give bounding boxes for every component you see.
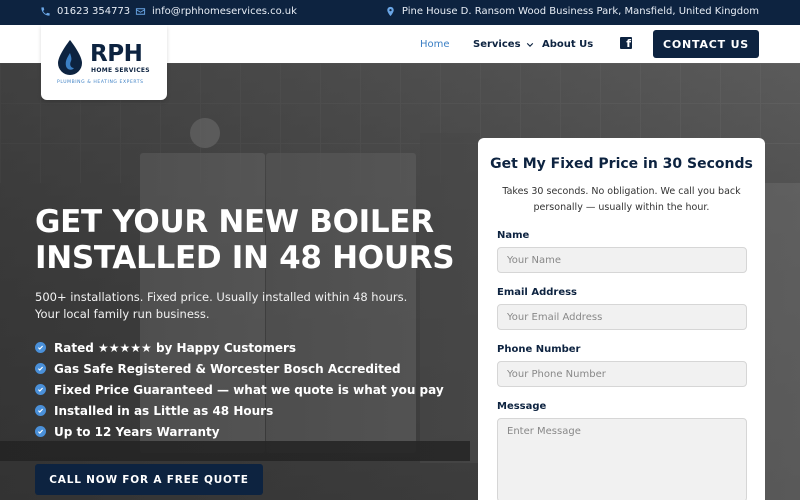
email-input[interactable] (497, 304, 747, 330)
logo-brand: RPH (90, 41, 143, 67)
contact-us-button[interactable]: CONTACT US (653, 30, 759, 58)
nav-home[interactable]: Home (420, 39, 450, 50)
message-input[interactable] (497, 418, 747, 500)
benefit-item: Fixed Price Guaranteed — what we quote i… (35, 379, 444, 400)
form-title: Get My Fixed Price in 30 Seconds (490, 156, 753, 172)
benefit-text: Fixed Price Guaranteed — what we quote i… (54, 382, 444, 397)
address-text: Pine House D. Ransom Wood Business Park,… (401, 6, 759, 17)
benefit-text: Installed in as Little as 48 Hours (54, 403, 274, 418)
phone-label: Phone Number (497, 344, 581, 355)
name-input[interactable] (497, 247, 747, 273)
nav-services-label: Services (473, 39, 521, 50)
logo-tagline: HOME SERVICES (91, 67, 150, 74)
check-circle-icon (35, 426, 46, 437)
benefit-text: Up to 12 Years Warranty (54, 424, 220, 439)
benefit-item: Rated ★★★★★ by Happy Customers (35, 337, 444, 358)
location-pin-icon (387, 6, 394, 17)
nav-services[interactable]: Services (473, 39, 534, 50)
address-contact: Pine House D. Ransom Wood Business Park,… (385, 6, 759, 17)
chevron-down-icon (526, 42, 533, 47)
headline-line-1: GET YOUR NEW BOILER (35, 204, 434, 240)
benefit-text: Gas Safe Registered & Worcester Bosch Ac… (54, 361, 401, 376)
call-now-button[interactable]: CALL NOW FOR A FREE QUOTE (35, 464, 263, 495)
logo-subtagline: PLUMBING & HEATING EXPERTS (57, 80, 144, 85)
top-info-bar: 01623 354773 info@rphhomeservices.co.uk … (0, 0, 800, 25)
check-circle-icon (35, 384, 46, 395)
form-description: Takes 30 seconds. No obligation. We call… (502, 186, 741, 213)
hero-headline: GET YOUR NEW BOILER INSTALLED IN 48 HOUR… (35, 204, 455, 276)
phone-icon (41, 7, 50, 16)
benefit-item: Installed in as Little as 48 Hours (35, 400, 444, 421)
check-circle-icon (35, 342, 46, 353)
email-contact[interactable]: info@rphhomeservices.co.uk (135, 6, 297, 17)
envelope-icon (135, 8, 146, 15)
phone-number[interactable]: 01623 354773 (57, 6, 130, 17)
check-circle-icon (35, 405, 46, 416)
hero-subtext: 500+ installations. Fixed price. Usually… (35, 290, 408, 321)
nav-about-us[interactable]: About Us (542, 39, 593, 50)
benefits-list: Rated ★★★★★ by Happy Customers Gas Safe … (35, 337, 444, 442)
check-circle-icon (35, 363, 46, 374)
facebook-icon[interactable]: f (620, 37, 632, 50)
flame-drop-logo-icon (58, 40, 82, 75)
message-label: Message (497, 401, 547, 412)
phone-input[interactable] (497, 361, 747, 387)
headline-line-2: INSTALLED IN 48 HOURS (35, 240, 455, 276)
logo[interactable]: RPH HOME SERVICES PLUMBING & HEATING EXP… (41, 25, 167, 100)
quote-form: Get My Fixed Price in 30 Seconds Takes 3… (478, 138, 765, 500)
name-label: Name (497, 230, 530, 241)
phone-contact[interactable]: 01623 354773 (40, 6, 130, 17)
benefit-item: Up to 12 Years Warranty (35, 421, 444, 442)
benefit-item: Gas Safe Registered & Worcester Bosch Ac… (35, 358, 444, 379)
benefit-text: Rated ★★★★★ by Happy Customers (54, 340, 297, 355)
email-label: Email Address (497, 287, 578, 298)
email-address[interactable]: info@rphhomeservices.co.uk (152, 6, 297, 17)
